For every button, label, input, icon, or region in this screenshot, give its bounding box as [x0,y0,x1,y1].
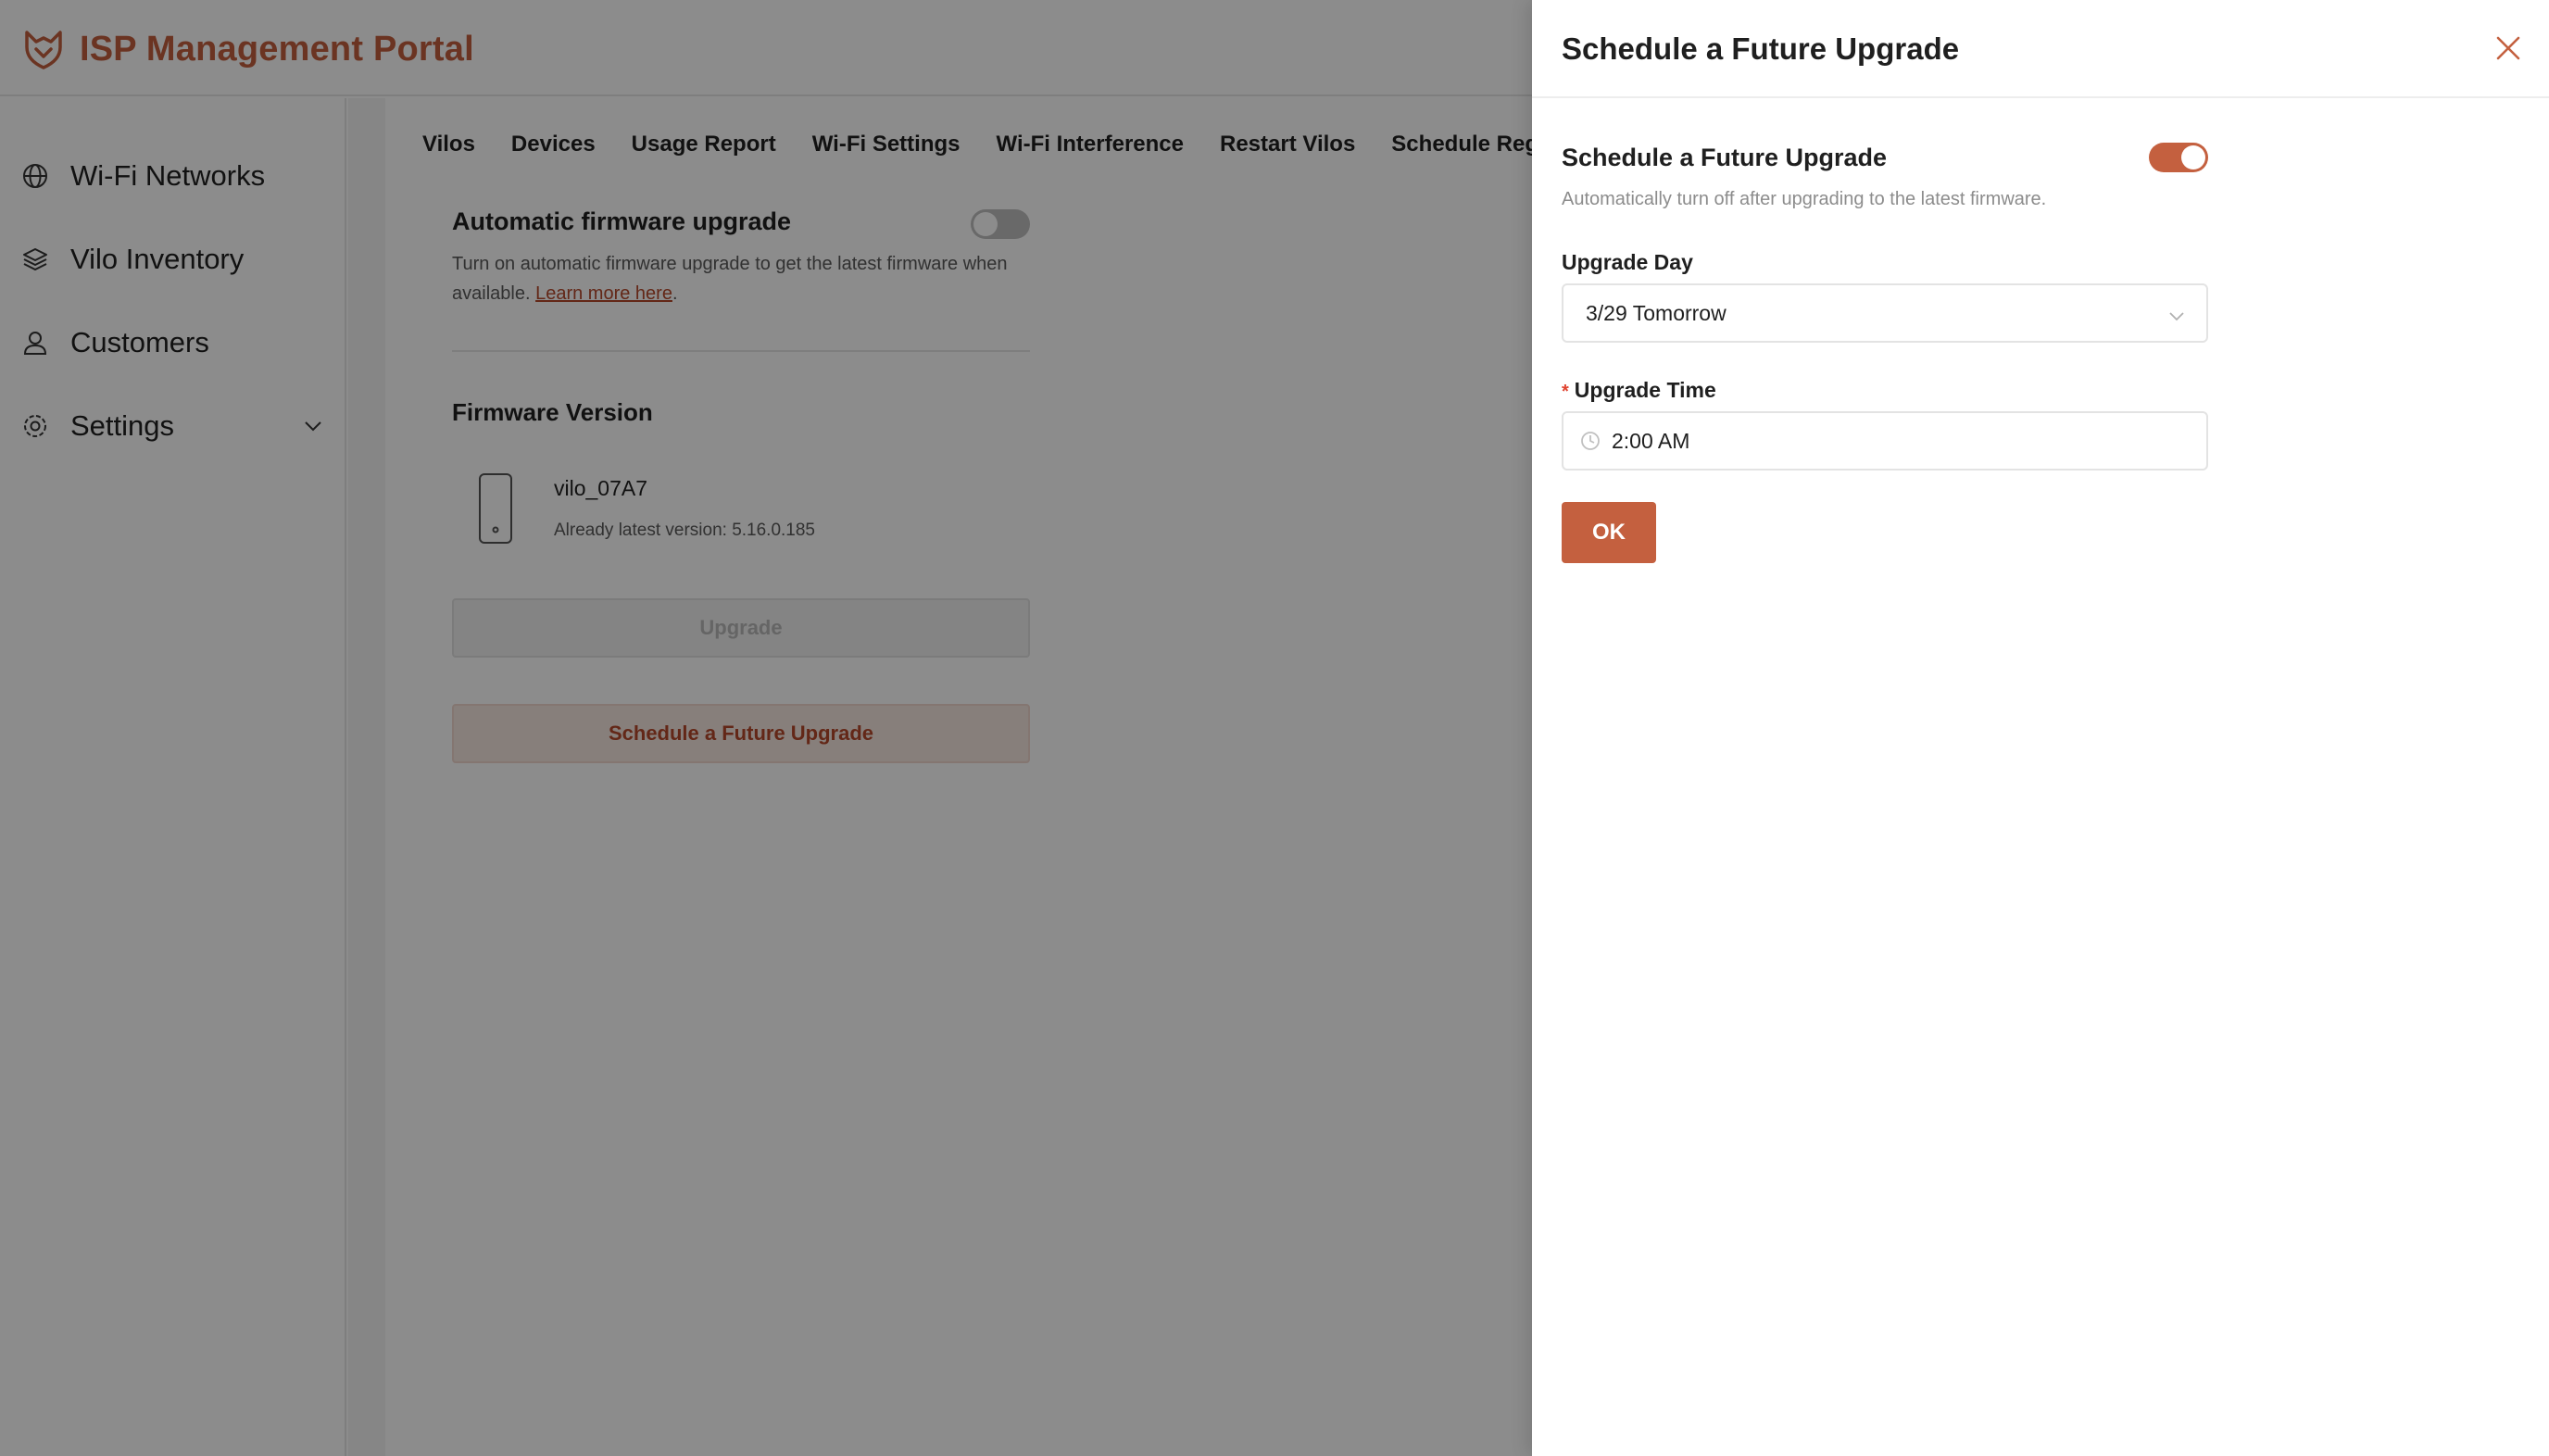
schedule-upgrade-drawer: Schedule a Future Upgrade Schedule a Fut… [1532,0,2549,1456]
upgrade-day-value: 3/29 Tomorrow [1586,300,1727,325]
ok-button[interactable]: OK [1562,502,1656,563]
close-icon[interactable] [2493,33,2523,63]
clock-icon [1580,431,1601,451]
upgrade-time-label: * Upgrade Time [1562,378,1716,403]
upgrade-time-input[interactable] [1612,428,2167,454]
schedule-toggle-description: Automatically turn off after upgrading t… [1562,189,2047,209]
upgrade-time-label-text: Upgrade Time [1574,378,1716,402]
drawer-header: Schedule a Future Upgrade [1532,0,2549,98]
schedule-toggle-row: Schedule a Future Upgrade [1562,139,2208,176]
required-mark: * [1562,382,1569,402]
upgrade-time-picker[interactable] [1562,411,2208,471]
chevron-down-icon [2167,306,2186,324]
upgrade-day-label: Upgrade Day [1562,250,1693,274]
upgrade-day-select[interactable]: 3/29 Tomorrow [1562,283,2208,343]
schedule-toggle-label: Schedule a Future Upgrade [1562,144,1888,171]
schedule-upgrade-toggle[interactable] [2149,143,2208,172]
drawer-title: Schedule a Future Upgrade [1562,31,1960,66]
